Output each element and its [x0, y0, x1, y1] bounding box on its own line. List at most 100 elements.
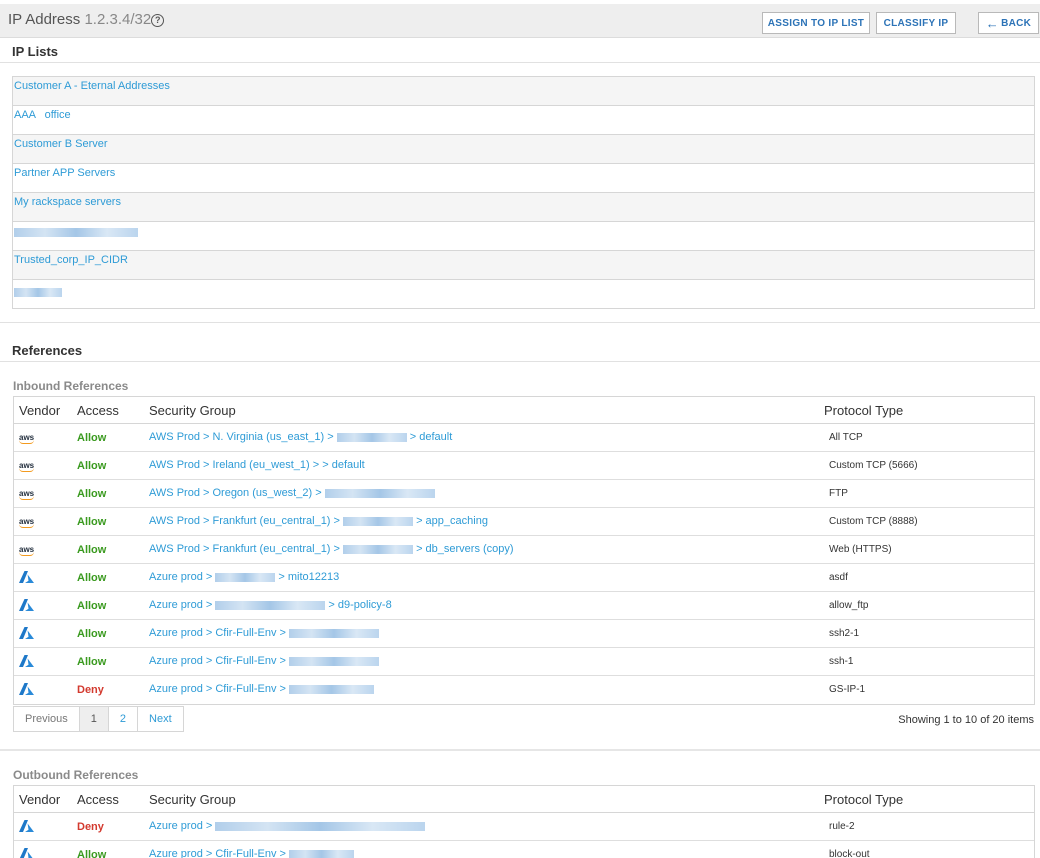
col-security-group[interactable]: Security Group — [149, 792, 236, 807]
security-group-path[interactable]: Azure prod > Cfir-Full-Env > — [149, 655, 289, 667]
assign-to-ip-list-button[interactable]: ASSIGN TO IP LIST — [762, 12, 870, 34]
classify-ip-button[interactable]: CLASSIFY IP — [876, 12, 956, 34]
security-group-path[interactable]: AWS Prod > Frankfurt (eu_central_1) > — [149, 543, 343, 555]
redacted-text — [336, 432, 407, 442]
security-group-link[interactable]: AWS Prod > Ireland (eu_west_1) > > defau… — [149, 459, 365, 471]
security-group-link[interactable]: Azure prod > > mito12213 — [149, 571, 339, 583]
security-group-link[interactable]: Azure prod > Cfir-Full-Env > — [149, 655, 379, 667]
back-button[interactable]: ← BACK — [978, 12, 1039, 34]
security-group-path[interactable]: Azure prod > — [149, 599, 215, 611]
page-1-button[interactable]: 1 — [79, 707, 109, 731]
ip-list-item[interactable]: Customer B Server — [13, 135, 1034, 164]
references-title: References — [12, 343, 83, 358]
divider — [0, 361, 1040, 362]
security-group-path[interactable]: AWS Prod > N. Virginia (us_east_1) > — [149, 431, 337, 443]
redacted-text — [289, 656, 379, 666]
redacted-text — [289, 628, 379, 638]
ip-list-item[interactable]: Partner APP Servers — [13, 164, 1034, 193]
protocol-value: ssh2-1 — [829, 628, 860, 639]
security-group-path[interactable]: Azure prod > — [149, 571, 215, 583]
security-group-name[interactable]: > app_caching — [413, 515, 488, 527]
security-group-link[interactable]: Azure prod > — [149, 820, 426, 832]
ip-list-link[interactable]: Customer B Server — [14, 138, 108, 150]
protocol-value: rule-2 — [829, 821, 855, 832]
access-value: Allow — [77, 432, 107, 444]
security-group-path[interactable]: Azure prod > Cfir-Full-Env > — [149, 848, 289, 858]
security-group-path[interactable]: AWS Prod > Ireland (eu_west_1) > > defau… — [149, 459, 365, 471]
table-row: Allow Azure prod > > d9-policy-8 allow_ftp — [14, 592, 1034, 620]
col-security-group[interactable]: Security Group — [149, 403, 236, 418]
table-header: Vendor Access Security Group Protocol Ty… — [14, 786, 1034, 813]
protocol-value: All TCP — [829, 432, 863, 443]
col-protocol[interactable]: Protocol Type — [824, 792, 903, 807]
security-group-path[interactable]: AWS Prod > Oregon (us_west_2) > — [149, 487, 325, 499]
protocol-value: allow_ftp — [829, 600, 869, 611]
security-group-link[interactable]: Azure prod > Cfir-Full-Env > — [149, 627, 379, 639]
security-group-link[interactable]: Azure prod > Cfir-Full-Env > — [149, 848, 354, 858]
security-group-name[interactable]: > mito12213 — [275, 571, 339, 583]
table-row: aws Allow AWS Prod > Ireland (eu_west_1) >… — [14, 452, 1034, 480]
security-group-name[interactable]: > d9-policy-8 — [325, 599, 391, 611]
next-page-button[interactable]: Next — [138, 707, 183, 731]
security-group-link[interactable]: Azure prod > Cfir-Full-Env > — [149, 683, 374, 695]
access-value: Deny — [77, 821, 104, 833]
ip-list-item[interactable] — [13, 280, 1034, 309]
ip-list-link[interactable]: My rackspace servers — [14, 196, 121, 208]
back-arrow-icon: ← — [985, 15, 1000, 31]
redacted-text — [215, 600, 326, 610]
azure-icon — [19, 820, 34, 835]
security-group-link[interactable]: AWS Prod > Frankfurt (eu_central_1) > > … — [149, 543, 514, 555]
azure-icon — [19, 571, 34, 586]
col-vendor[interactable]: Vendor — [19, 792, 60, 807]
security-group-link[interactable]: AWS Prod > Oregon (us_west_2) > — [149, 487, 435, 499]
ip-list-link[interactable]: Partner APP Servers — [14, 167, 115, 179]
redacted-text — [324, 488, 435, 498]
access-value: Allow — [77, 656, 107, 668]
previous-page-button[interactable]: Previous — [14, 707, 80, 731]
protocol-value: Custom TCP (8888) — [829, 516, 918, 527]
ip-list-link[interactable]: Customer A - Eternal Addresses — [14, 80, 170, 92]
col-vendor[interactable]: Vendor — [19, 403, 60, 418]
security-group-name[interactable]: > db_servers (copy) — [413, 543, 514, 555]
ip-list-item[interactable] — [13, 222, 1034, 251]
security-group-path[interactable]: Azure prod > Cfir-Full-Env > — [149, 683, 289, 695]
protocol-value: FTP — [829, 488, 848, 499]
aws-icon: aws — [19, 517, 35, 528]
ip-list-item[interactable]: Customer A - Eternal Addresses — [13, 77, 1034, 106]
aws-icon: aws — [19, 545, 35, 556]
col-access[interactable]: Access — [77, 792, 119, 807]
table-row: Allow Azure prod > Cfir-Full-Env > ssh-1 — [14, 648, 1034, 676]
ip-list-item[interactable]: AAA office — [13, 106, 1034, 135]
security-group-path[interactable]: Azure prod > Cfir-Full-Env > — [149, 627, 289, 639]
security-group-path[interactable]: Azure prod > — [149, 820, 215, 832]
redacted-text[interactable] — [14, 228, 138, 238]
access-value: Allow — [77, 600, 107, 612]
table-row: aws Allow AWS Prod > N. Virginia (us_east_… — [14, 424, 1034, 452]
azure-icon — [19, 627, 34, 642]
security-group-link[interactable]: AWS Prod > Frankfurt (eu_central_1) > > … — [149, 515, 488, 527]
table-row: Deny Azure prod > rule-2 — [14, 813, 1034, 841]
security-group-path[interactable]: AWS Prod > Frankfurt (eu_central_1) > — [149, 515, 343, 527]
ip-list-link[interactable]: AAA office — [14, 109, 71, 121]
divider — [0, 322, 1040, 323]
ip-list-item[interactable]: My rackspace servers — [13, 193, 1034, 222]
access-value: Allow — [77, 849, 107, 858]
security-group-link[interactable]: AWS Prod > N. Virginia (us_east_1) > > d… — [149, 431, 452, 443]
redacted-text[interactable] — [14, 288, 62, 297]
page-2-button[interactable]: 2 — [109, 707, 139, 731]
security-group-link[interactable]: Azure prod > > d9-policy-8 — [149, 599, 392, 611]
protocol-value: Web (HTTPS) — [829, 544, 892, 555]
azure-icon — [19, 655, 34, 670]
ip-lists-title: IP Lists — [12, 44, 59, 59]
access-value: Allow — [77, 516, 107, 528]
col-access[interactable]: Access — [77, 403, 119, 418]
protocol-value: block-out — [829, 849, 870, 858]
col-protocol[interactable]: Protocol Type — [824, 403, 903, 418]
ip-list-item[interactable]: Trusted_corp_IP_CIDR — [13, 251, 1034, 280]
ip-list-link[interactable]: Trusted_corp_IP_CIDR — [14, 254, 128, 266]
help-icon[interactable]: ? — [151, 14, 165, 27]
security-group-name[interactable]: > default — [407, 431, 453, 443]
redacted-text — [215, 821, 426, 831]
access-value: Allow — [77, 544, 107, 556]
access-value: Allow — [77, 460, 107, 472]
